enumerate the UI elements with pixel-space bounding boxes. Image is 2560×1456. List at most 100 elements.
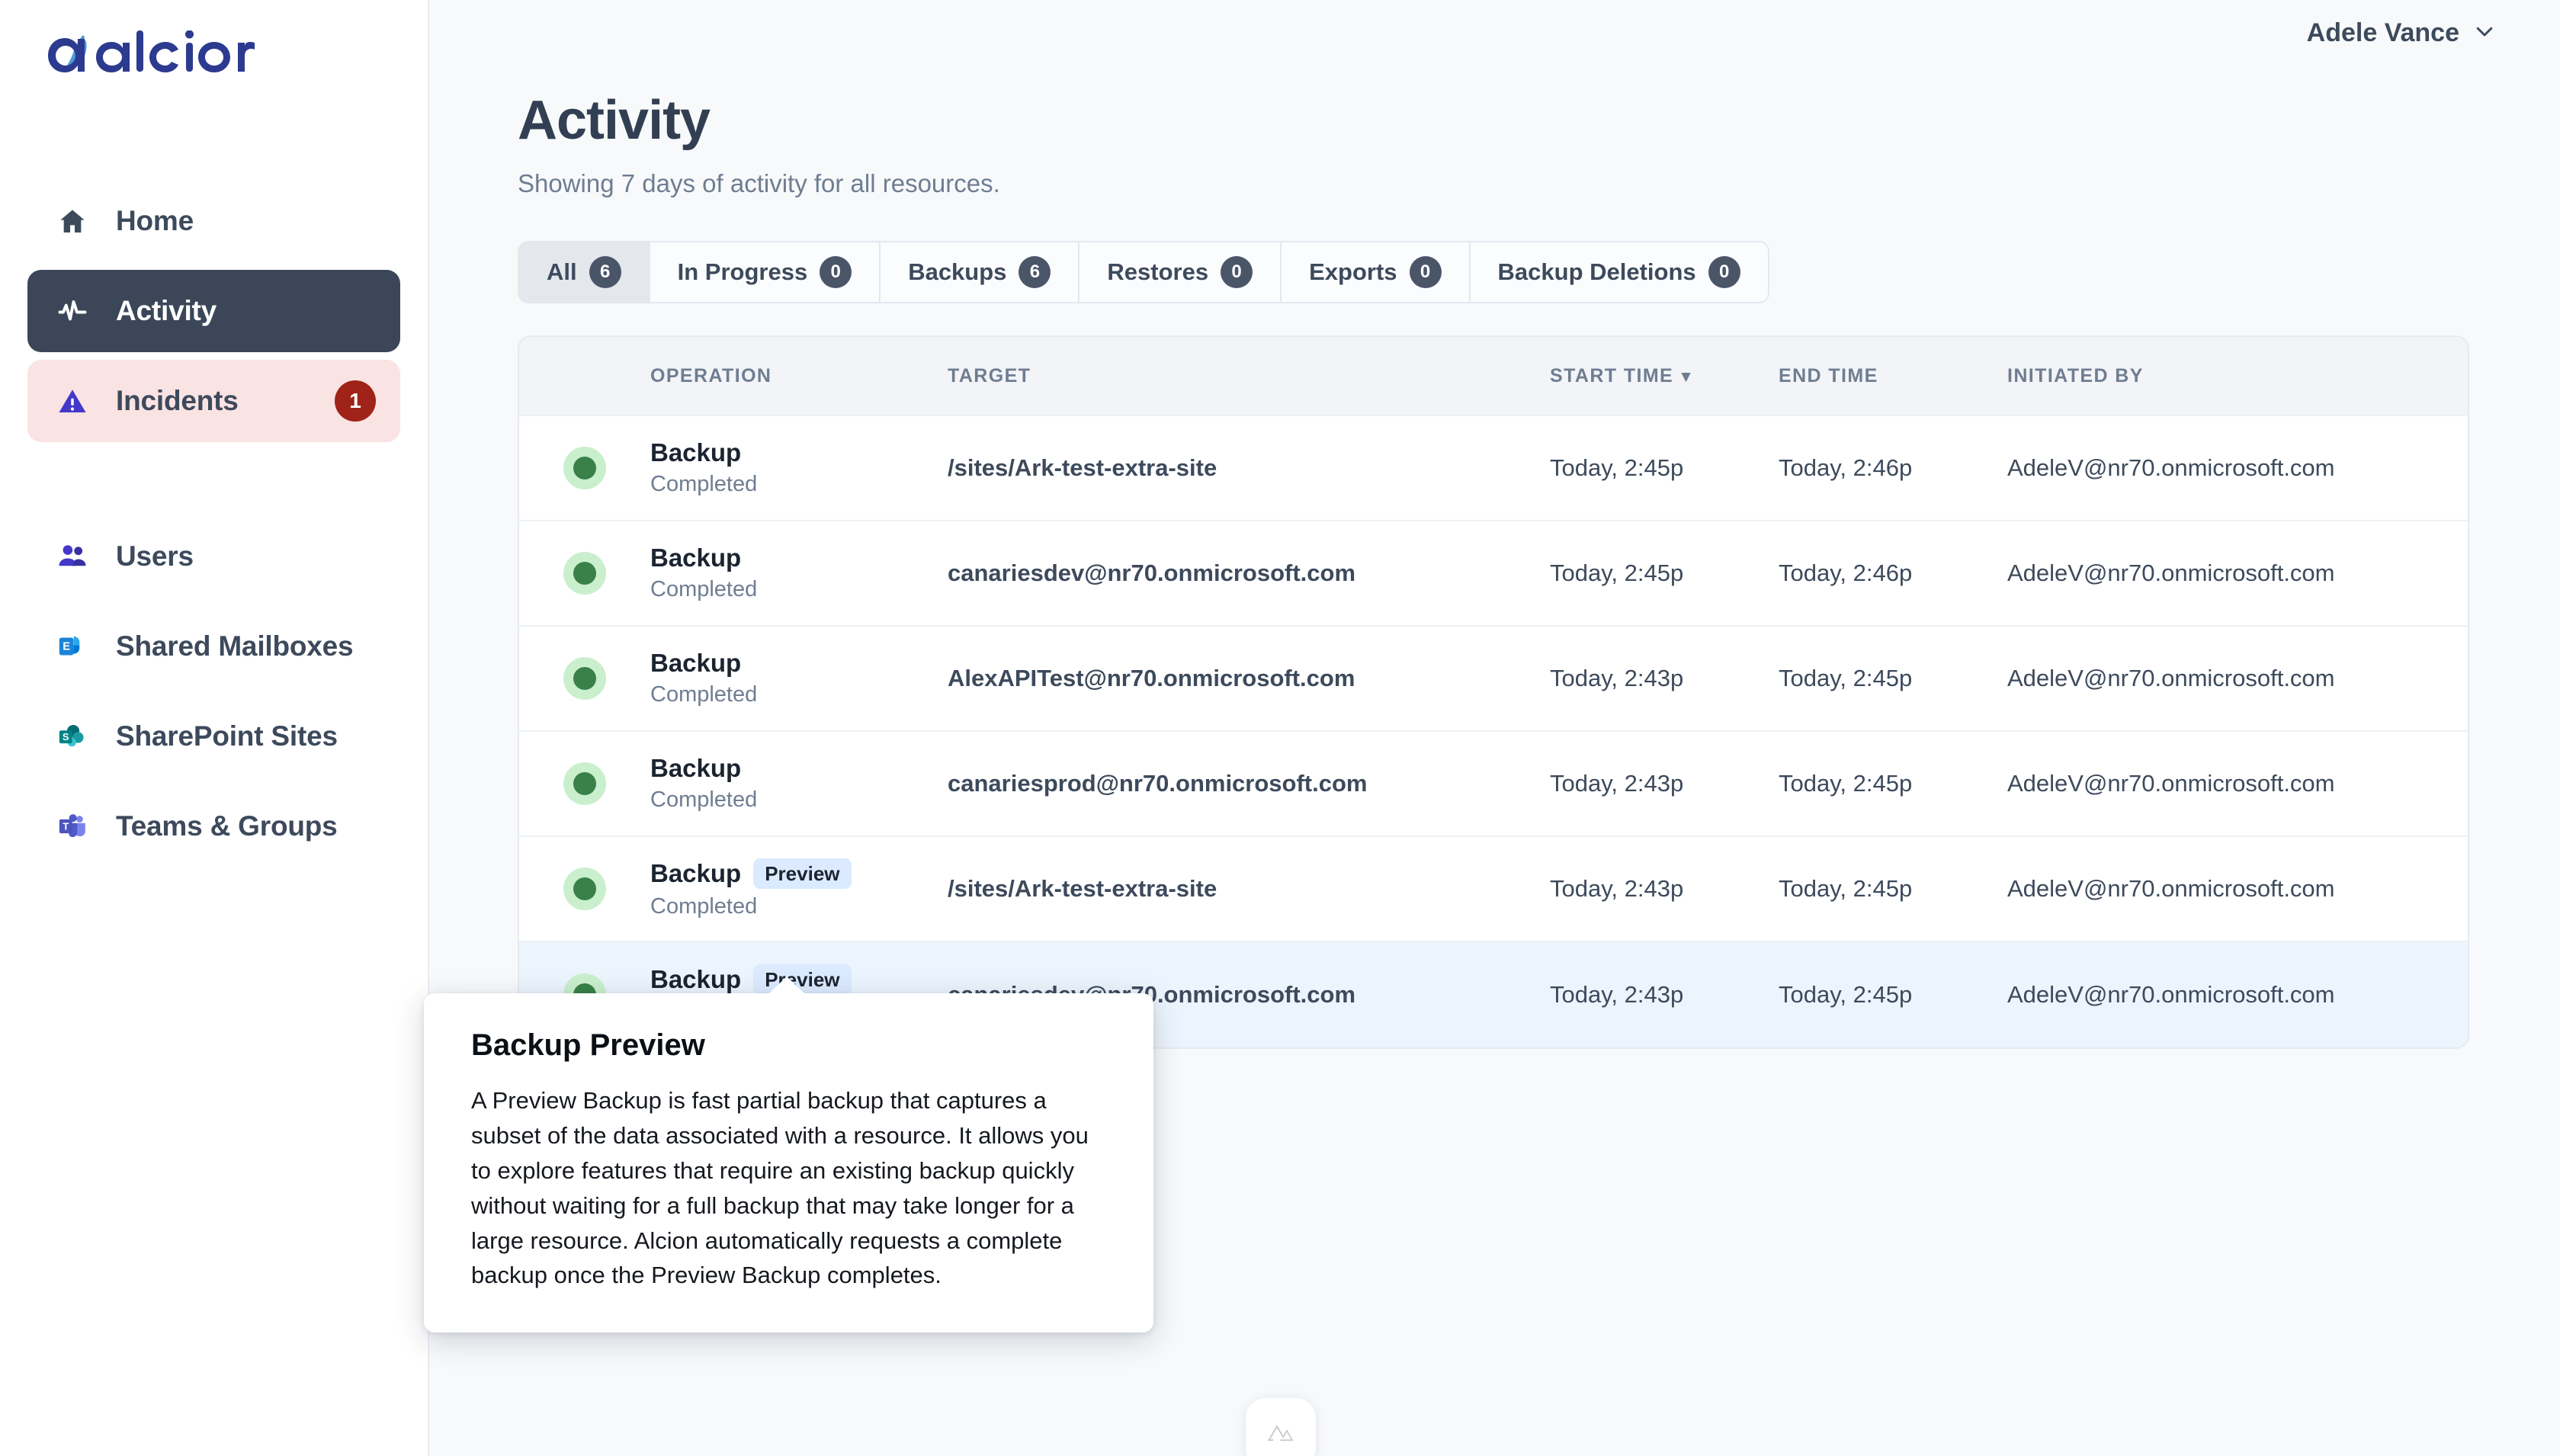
tab-label: Exports xyxy=(1309,258,1397,285)
operation-state: Completed xyxy=(650,894,758,919)
page-body: Activity Showing 7 days of activity for … xyxy=(429,66,2560,1049)
operation-name: Backup xyxy=(650,753,742,782)
brand-logo[interactable] xyxy=(0,0,428,82)
tab-all[interactable]: All 6 xyxy=(519,242,650,302)
tab-count-badge: 6 xyxy=(1019,256,1051,288)
svg-text:E: E xyxy=(63,641,70,653)
operation-name: Backup xyxy=(650,438,742,467)
cell-end-time: Today, 2:45p xyxy=(1779,770,1913,797)
cell-start-time: Today, 2:43p xyxy=(1550,981,1684,1008)
operation-state: Completed xyxy=(650,577,758,602)
status-indicator xyxy=(519,657,650,700)
tab-backup-deletions[interactable]: Backup Deletions 0 xyxy=(1470,242,1768,302)
cell-end-time: Today, 2:45p xyxy=(1779,875,1913,902)
table-row[interactable]: Backup Completed AlexAPITest@nr70.onmicr… xyxy=(519,627,2468,732)
column-header-end-time: END TIME xyxy=(1779,364,1878,386)
sidebar-item-label: Home xyxy=(116,205,194,236)
operation-state: Completed xyxy=(650,787,758,813)
operation-name: Backup xyxy=(650,648,742,677)
user-menu-button[interactable]: Adele Vance xyxy=(2307,18,2496,48)
tab-in-progress[interactable]: In Progress 0 xyxy=(650,242,881,302)
sidebar-item-users[interactable]: Users xyxy=(27,515,400,598)
cell-target: canariesdev@nr70.onmicrosoft.com xyxy=(948,560,1356,586)
tab-count-badge: 0 xyxy=(1221,256,1253,288)
sidebar-item-incidents[interactable]: Incidents 1 xyxy=(27,360,400,442)
app-root: Home Activity Incidents 1 Users E Shared… xyxy=(0,0,2560,1456)
sidebar-item-shared-mailboxes[interactable]: E Shared Mailboxes xyxy=(27,605,400,688)
cell-start-time: Today, 2:45p xyxy=(1550,560,1684,586)
page-subtitle: Showing 7 days of activity for all resou… xyxy=(518,169,1000,197)
tab-label: Restores xyxy=(1107,258,1209,285)
sidebar-item-activity[interactable]: Activity xyxy=(27,270,400,352)
sidebar-item-label: Users xyxy=(116,540,194,572)
status-dot-completed-icon xyxy=(563,552,606,595)
cell-operation: Backup Completed xyxy=(650,438,948,497)
column-header-start-time[interactable]: START TIME ▼ xyxy=(1550,365,1779,387)
table-row[interactable]: Backup Preview Completed /sites/Ark-test… xyxy=(519,837,2468,942)
operation-name: Backup xyxy=(650,964,742,993)
cell-start-time: Today, 2:43p xyxy=(1550,770,1684,797)
cell-operation: Backup Completed xyxy=(650,753,948,813)
exchange-icon: E xyxy=(52,626,93,667)
chevron-down-icon xyxy=(2473,20,2496,47)
svg-text:S: S xyxy=(63,731,69,742)
cell-end-time: Today, 2:45p xyxy=(1779,981,1913,1008)
cell-target: AlexAPITest@nr70.onmicrosoft.com xyxy=(948,665,1355,691)
cell-end-time: Today, 2:45p xyxy=(1779,665,1913,691)
user-name-label: Adele Vance xyxy=(2306,18,2459,47)
activity-filter-tabs: All 6 In Progress 0 Backups 6 Restores 0… xyxy=(518,241,1769,303)
preview-badge[interactable]: Preview xyxy=(753,858,852,890)
column-header-operation: OPERATION xyxy=(650,364,772,386)
tab-exports[interactable]: Exports 0 xyxy=(1282,242,1471,302)
incidents-count-badge: 1 xyxy=(335,380,376,422)
table-row[interactable]: Backup Completed canariesprod@nr70.onmic… xyxy=(519,732,2468,837)
tab-label: In Progress xyxy=(677,258,808,285)
tab-label: Backups xyxy=(908,258,1007,285)
sidebar-item-teams-groups[interactable]: T Teams & Groups xyxy=(27,785,400,868)
cell-target: /sites/Ark-test-extra-site xyxy=(948,454,1217,481)
cell-initiated-by: AdeleV@nr70.onmicrosoft.com xyxy=(2007,875,2335,902)
sidebar-item-sharepoint-sites[interactable]: S SharePoint Sites xyxy=(27,695,400,778)
activity-table: OPERATION TARGET START TIME ▼ END TIME IN… xyxy=(518,335,2469,1049)
cell-initiated-by: AdeleV@nr70.onmicrosoft.com xyxy=(2007,560,2335,586)
cell-initiated-by: AdeleV@nr70.onmicrosoft.com xyxy=(2007,665,2335,691)
sidebar-item-label: Incidents xyxy=(116,385,239,416)
operation-state: Completed xyxy=(650,682,758,707)
cell-start-time: Today, 2:43p xyxy=(1550,875,1684,902)
table-row[interactable]: Backup Completed /sites/Ark-test-extra-s… xyxy=(519,416,2468,521)
sidebar-item-label: SharePoint Sites xyxy=(116,720,338,752)
operation-name: Backup xyxy=(650,543,742,572)
cell-operation: Backup Completed xyxy=(650,649,948,707)
tab-count-badge: 0 xyxy=(820,256,852,288)
sidebar-item-label: Shared Mailboxes xyxy=(116,630,354,662)
cell-initiated-by: AdeleV@nr70.onmicrosoft.com xyxy=(2007,770,2335,797)
home-icon xyxy=(52,200,93,242)
status-dot-completed-icon xyxy=(563,657,606,700)
operation-state: Completed xyxy=(650,472,758,497)
status-dot-completed-icon xyxy=(563,447,606,489)
activity-pulse-icon xyxy=(52,290,93,332)
table-row[interactable]: Backup Completed canariesdev@nr70.onmicr… xyxy=(519,521,2468,627)
sort-descending-icon: ▼ xyxy=(1678,367,1695,386)
status-indicator xyxy=(519,552,650,595)
tab-label: Backup Deletions xyxy=(1497,258,1696,285)
status-indicator xyxy=(519,868,650,910)
sidebar-item-label: Teams & Groups xyxy=(116,810,338,842)
column-header-target: TARGET xyxy=(948,364,1031,386)
tab-backups[interactable]: Backups 6 xyxy=(881,242,1080,302)
sidebar-nav-primary: Home Activity Incidents 1 xyxy=(0,180,428,442)
cell-operation: Backup Preview Completed xyxy=(650,858,948,919)
tab-restores[interactable]: Restores 0 xyxy=(1079,242,1282,302)
tab-count-badge: 0 xyxy=(1409,256,1442,288)
cell-operation: Backup Completed xyxy=(650,544,948,602)
tab-label: All xyxy=(547,258,577,285)
cell-start-time: Today, 2:45p xyxy=(1550,454,1684,481)
status-indicator xyxy=(519,762,650,805)
cell-end-time: Today, 2:46p xyxy=(1779,454,1913,481)
sidebar-item-home[interactable]: Home xyxy=(27,180,400,262)
tooltip-title: Backup Preview xyxy=(471,1028,705,1062)
nuxt-devtools-button[interactable] xyxy=(1246,1398,1316,1456)
status-dot-completed-icon xyxy=(563,868,606,910)
tooltip-body: A Preview Backup is fast partial backup … xyxy=(471,1087,1089,1289)
nuxt-devtools-icon xyxy=(1267,1425,1294,1442)
